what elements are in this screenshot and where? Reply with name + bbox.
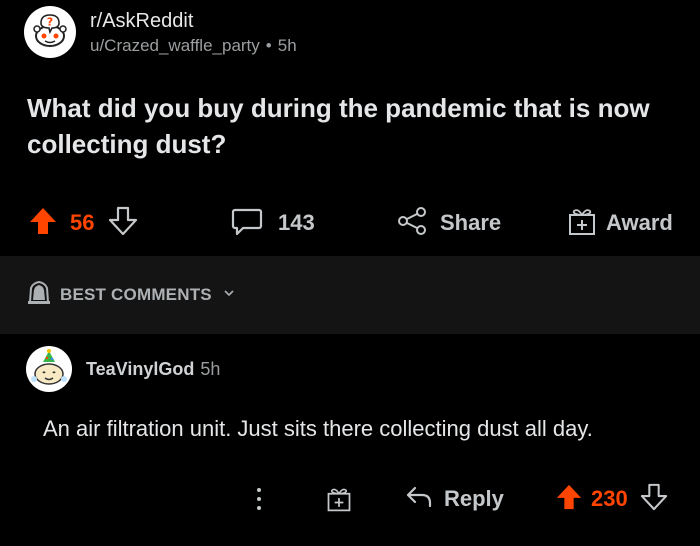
reply-icon	[404, 482, 434, 517]
comment-vote-group: 230	[555, 476, 668, 522]
comment-author[interactable]: TeaVinylGod	[86, 359, 194, 380]
sort-label: BEST COMMENTS	[60, 285, 212, 304]
comment-age: 5h	[200, 358, 221, 379]
reply-button[interactable]: Reply	[404, 476, 504, 522]
author-line: u/Crazed_waffle_party • 5h	[90, 34, 297, 58]
comment-count: 143	[278, 210, 315, 235]
share-button[interactable]: Share	[396, 198, 501, 248]
post-title[interactable]: What did you buy during the pandemic tha…	[27, 90, 667, 162]
upvote-icon[interactable]	[555, 483, 583, 516]
comment-header: TeaVinylGod 5h	[26, 346, 220, 392]
award-label: Award	[606, 210, 673, 235]
svg-text:?: ?	[47, 16, 53, 29]
post-action-bar: 56 143 Share Award	[0, 198, 700, 248]
award-button[interactable]: Award	[566, 198, 673, 248]
share-icon	[396, 205, 428, 242]
subreddit-name[interactable]: r/AskReddit	[90, 8, 297, 34]
sort-bar[interactable]: BEST COMMENTS	[0, 256, 700, 334]
user-avatar-icon[interactable]	[26, 346, 72, 392]
post-meta: r/AskReddit u/Crazed_waffle_party • 5h	[90, 8, 297, 58]
comments-button[interactable]: 143	[230, 198, 315, 248]
downvote-icon[interactable]	[640, 483, 668, 516]
author-name[interactable]: u/Crazed_waffle_party	[90, 34, 260, 58]
separator: •	[265, 36, 272, 55]
comment-score: 230	[591, 486, 628, 511]
reply-label: Reply	[444, 486, 504, 511]
post-age: 5h	[277, 36, 297, 55]
subreddit-avatar-icon[interactable]: ?	[24, 6, 76, 58]
shield-icon	[26, 280, 52, 311]
vote-group: 56	[28, 198, 138, 248]
comment-icon	[230, 204, 264, 243]
more-icon[interactable]	[257, 476, 261, 522]
share-label: Share	[440, 210, 502, 235]
chevron-down-icon	[222, 286, 236, 305]
comment-action-bar: Reply 230	[0, 476, 700, 522]
award-icon	[566, 205, 598, 242]
upvote-icon[interactable]	[28, 206, 58, 241]
upvote-count: 56	[70, 210, 95, 235]
comment-body: An air filtration unit. Just sits there …	[43, 416, 593, 441]
post-header: ? r/AskReddit u/Crazed_waffle_party • 5h	[24, 6, 297, 64]
downvote-icon[interactable]	[108, 206, 138, 241]
award-icon[interactable]	[325, 476, 353, 522]
